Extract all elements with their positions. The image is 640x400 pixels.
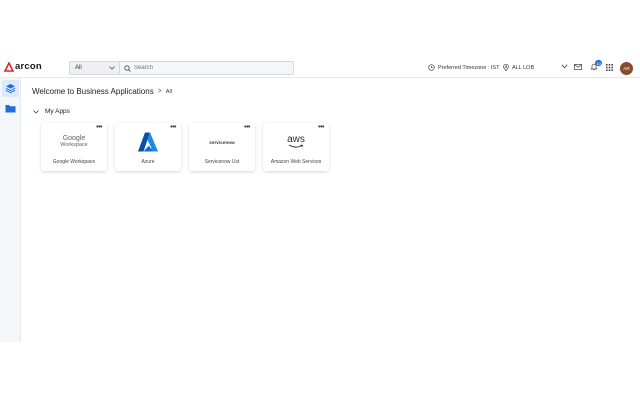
user-avatar[interactable]: AR — [620, 62, 633, 75]
search-input[interactable] — [134, 65, 284, 71]
app-card-label: Azure — [141, 159, 155, 165]
servicenow-logo: servicenow — [189, 131, 255, 153]
timezone-selector[interactable]: Preferred Timezone : IST — [428, 64, 499, 71]
folder-icon — [5, 105, 16, 113]
apps-grid-icon[interactable] — [606, 64, 613, 71]
app-card-google-workspace[interactable]: ••• Google Workspace Google Workspace — [41, 123, 107, 171]
my-apps-section-toggle[interactable]: My Apps — [33, 108, 70, 115]
notification-badge: 10 — [595, 60, 602, 66]
sidebar-item-folder[interactable] — [2, 100, 19, 117]
app-card-azure[interactable]: ••• Azure — [115, 123, 181, 171]
lob-label: ALL LOB — [512, 64, 535, 71]
chevron-down-icon — [33, 109, 39, 114]
breadcrumb-separator: > — [157, 88, 162, 95]
sidebar — [0, 78, 21, 342]
location-pin-icon — [503, 64, 509, 71]
search-scope-select[interactable]: All — [70, 62, 120, 74]
azure-logo-icon — [138, 132, 158, 152]
aws-logo: aws — [263, 131, 329, 153]
app-card-aws[interactable]: ••• aws Amazon Web Services — [263, 123, 329, 171]
chevron-down-icon — [109, 66, 115, 70]
more-options-icon[interactable]: ••• — [318, 124, 324, 131]
app-card-label: Servicenow Ust — [204, 159, 240, 165]
more-options-icon[interactable]: ••• — [170, 124, 176, 131]
app-card-label: Google Workspace — [52, 159, 96, 165]
breadcrumb-current[interactable]: All — [166, 89, 172, 95]
app-card-servicenow[interactable]: ••• servicenow Servicenow Ust — [189, 123, 255, 171]
app-card-label: Amazon Web Services — [270, 159, 322, 165]
timezone-label: Preferred Timezone : IST — [438, 64, 500, 71]
google-workspace-logo-line2: Workspace — [60, 142, 88, 148]
google-workspace-logo: Google Workspace — [41, 131, 107, 153]
aws-logo-text: aws — [287, 134, 305, 145]
lob-selector[interactable]: ALL LOB — [503, 64, 534, 71]
google-workspace-logo-line1: Google — [62, 135, 86, 142]
chevron-down-icon[interactable] — [561, 64, 568, 69]
page-title: Welcome to Business Applications — [32, 87, 154, 96]
app-frame: arcon All Preferred Timezone : IST ALL L… — [0, 56, 640, 342]
brand-name: arcon — [15, 61, 42, 72]
aws-smile-icon — [288, 144, 304, 148]
azure-logo — [115, 131, 181, 153]
servicenow-logo-text: servicenow — [209, 139, 235, 145]
search-bar: All — [69, 61, 294, 75]
top-bar: arcon All Preferred Timezone : IST ALL L… — [0, 56, 640, 78]
section-title: My Apps — [45, 108, 70, 115]
search-field — [120, 62, 293, 74]
search-icon — [124, 64, 131, 72]
search-scope-value: All — [75, 65, 82, 71]
mail-icon[interactable] — [574, 64, 582, 70]
arcon-logo-icon — [4, 61, 14, 72]
clock-icon — [428, 64, 435, 71]
sidebar-item-applications[interactable] — [2, 80, 19, 97]
breadcrumb: Welcome to Business Applications > All — [32, 87, 172, 96]
layers-icon — [5, 84, 16, 94]
arcon-logo[interactable]: arcon — [4, 61, 42, 72]
more-options-icon[interactable]: ••• — [96, 124, 102, 131]
more-options-icon[interactable]: ••• — [244, 124, 250, 131]
